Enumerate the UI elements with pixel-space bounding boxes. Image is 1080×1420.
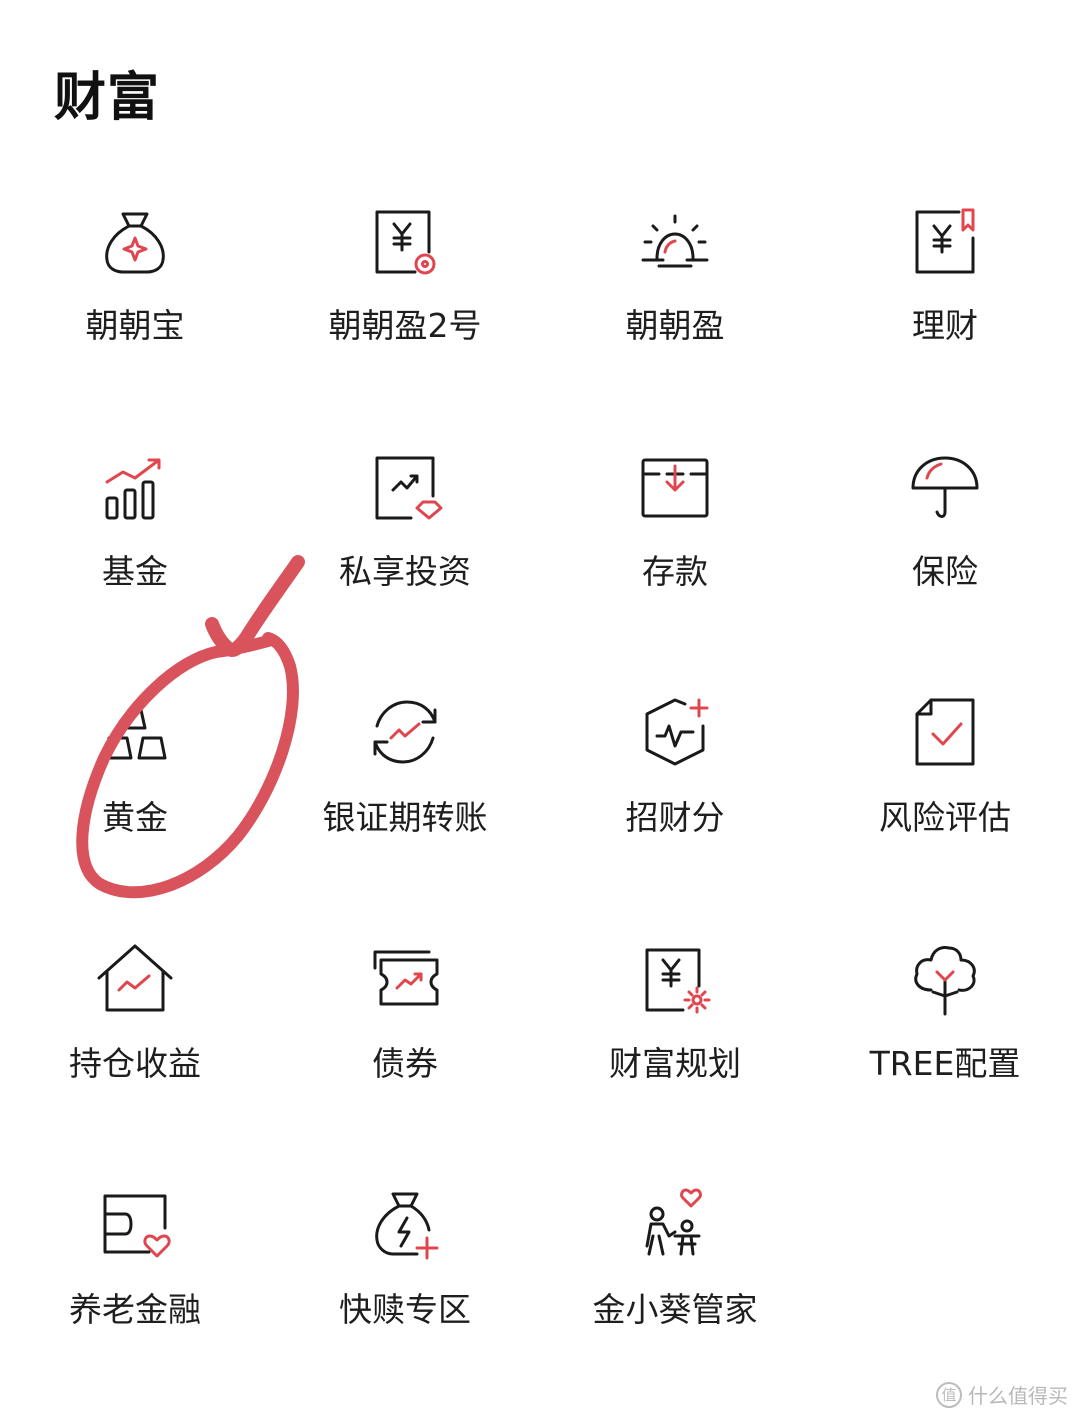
menu-item-label: 理财 [912, 306, 978, 345]
menu-item-label: 风险评估 [879, 798, 1011, 837]
menu-item-wealth-planning[interactable]: 财富规划 [540, 928, 810, 1128]
menu-item-deposit[interactable]: 存款 [540, 436, 810, 636]
menu-item-label: 金小葵管家 [592, 1290, 758, 1329]
menu-item-label: 财富规划 [609, 1044, 741, 1083]
menu-item-label: 朝朝盈2号 [328, 306, 482, 345]
menu-item-licai[interactable]: 理财 [810, 190, 1080, 390]
menu-item-holding-income[interactable]: 持仓收益 [0, 928, 270, 1128]
menu-item-label: 银证期转账 [322, 798, 488, 837]
menu-item-tree-allocation[interactable]: TREE配置 [810, 928, 1080, 1128]
menu-item-insurance[interactable]: 保险 [810, 436, 1080, 636]
family-heart-icon [635, 1184, 715, 1264]
yuan-doc-bookmark-icon [905, 200, 985, 280]
menu-row: 朝朝宝 朝朝盈2号 朝朝盈 理财 [0, 190, 1080, 436]
sunrise-icon [635, 200, 715, 280]
menu-row: 养老金融 快赎专区 金小葵管家 [0, 1174, 1080, 1420]
menu-item-label: 招财分 [625, 798, 725, 837]
score-hexagon-icon [635, 692, 715, 772]
menu-item-label: 黄金 [102, 798, 168, 837]
chart-diamond-icon [365, 446, 445, 526]
watermark-logo-icon: 值 [936, 1381, 962, 1408]
house-trend-icon [95, 938, 175, 1018]
bar-chart-trend-icon [95, 446, 175, 526]
menu-item-label: 朝朝盈 [625, 306, 725, 345]
menu-item-label: TREE配置 [869, 1044, 1021, 1083]
transfer-cycle-icon [365, 692, 445, 772]
menu-row: 黄金 银证期转账 招财分 风险评估 [0, 682, 1080, 928]
menu-item-zhaocaifen[interactable]: 招财分 [540, 682, 810, 882]
menu-item-jinxiaokui-butler[interactable]: 金小葵管家 [540, 1174, 810, 1374]
menu-item-zhaozhaobao[interactable]: 朝朝宝 [0, 190, 270, 390]
menu-item-label: 快赎专区 [339, 1290, 471, 1329]
menu-item-pension-finance[interactable]: 养老金融 [0, 1174, 270, 1374]
yuan-doc-flower-icon [635, 938, 715, 1018]
gold-bars-icon [95, 692, 175, 772]
menu-row: 持仓收益 债券 财富规划 TREE配置 [0, 928, 1080, 1174]
watermark: 值 什么值得买 [936, 1380, 1068, 1409]
menu-item-zhaozhaoying[interactable]: 朝朝盈 [540, 190, 810, 390]
menu-item-fund[interactable]: 基金 [0, 436, 270, 636]
menu-item-label: 存款 [642, 552, 708, 591]
menu-item-bonds[interactable]: 债券 [270, 928, 540, 1128]
pension-card-icon [95, 1184, 175, 1264]
menu-item-label: 持仓收益 [69, 1044, 201, 1083]
page-title: 财富 [54, 68, 161, 128]
menu-item-label: 保险 [912, 552, 978, 591]
yuan-doc-coin-icon [365, 200, 445, 280]
tree-icon [905, 938, 985, 1018]
menu-item-bank-securities-transfer[interactable]: 银证期转账 [270, 682, 540, 882]
menu-item-label: 朝朝宝 [85, 306, 185, 345]
menu-item-risk-assessment[interactable]: 风险评估 [810, 682, 1080, 882]
quick-redeem-bag-icon [365, 1184, 445, 1264]
menu-item-gold[interactable]: 黄金 [0, 682, 270, 882]
watermark-text: 什么值得买 [968, 1384, 1068, 1408]
menu-item-label: 私享投资 [339, 552, 471, 591]
deposit-box-icon [635, 446, 715, 526]
umbrella-icon [905, 446, 985, 526]
menu-item-zhaozhaoying2[interactable]: 朝朝盈2号 [270, 190, 540, 390]
bond-ticket-icon [365, 938, 445, 1018]
menu-row: 基金 私享投资 存款 保险 [0, 436, 1080, 682]
menu-item-label: 养老金融 [69, 1290, 201, 1329]
wealth-menu-grid: 朝朝宝 朝朝盈2号 朝朝盈 理财 基金 私享投资 存款 保险 黄金 银证期转账 … [0, 190, 1080, 1420]
menu-item-private-investment[interactable]: 私享投资 [270, 436, 540, 636]
menu-item-label: 基金 [102, 552, 168, 591]
menu-item-label: 债券 [372, 1044, 438, 1083]
money-bag-icon [95, 200, 175, 280]
menu-item-quick-redeem[interactable]: 快赎专区 [270, 1174, 540, 1374]
check-document-icon [905, 692, 985, 772]
